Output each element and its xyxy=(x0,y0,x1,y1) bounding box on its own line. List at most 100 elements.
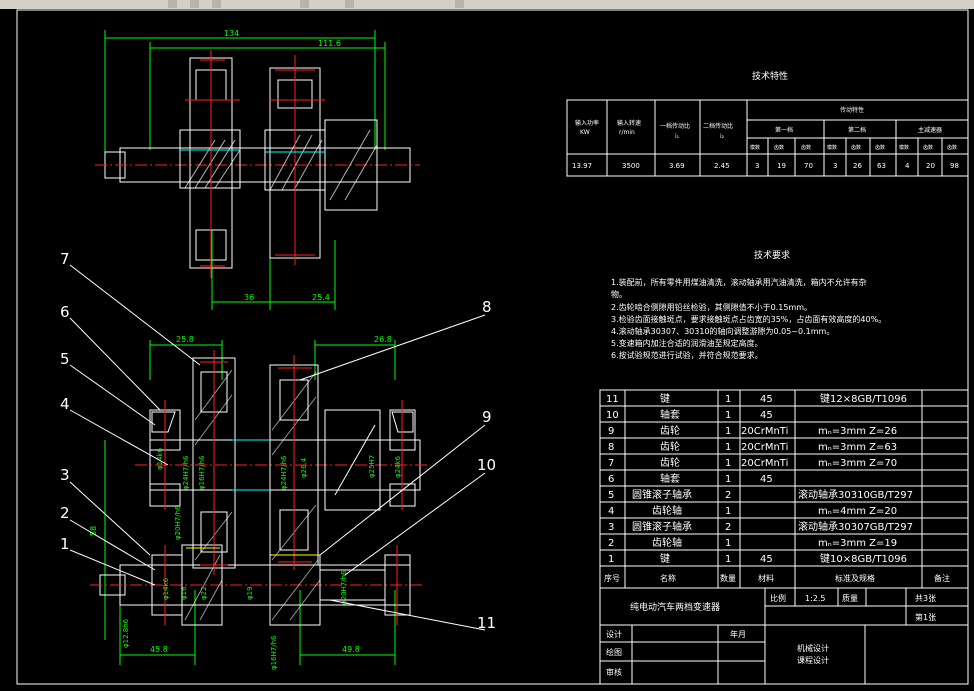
top-assembly-view: 134 111.6 36 25.4 xyxy=(95,29,420,310)
bom-name: 键 xyxy=(660,392,670,405)
sub-z-2b: 齿数 xyxy=(875,144,885,151)
bom-mat: 20CrMnTi xyxy=(741,458,788,469)
table-row: 11 键 1 45 键12×8GB/T1096 xyxy=(606,392,907,405)
table-row: 1 键 1 45 键10×8GB/T1096 xyxy=(608,552,907,565)
label-review: 审核 xyxy=(606,667,622,677)
drawing-canvas[interactable]: 134 111.6 36 25.4 25.8 26.8 58 45.8 49.8… xyxy=(0,9,974,691)
balloon-1: 1 xyxy=(60,535,70,553)
bom-h-mat: 材料 xyxy=(758,573,774,583)
th-gear2: 第二档 xyxy=(848,126,866,134)
bom-no: 10 xyxy=(606,410,619,421)
bom-h-name: 名称 xyxy=(660,573,676,583)
bom-name: 齿轮 xyxy=(660,440,680,453)
balloon-4: 4 xyxy=(60,395,70,413)
tv-ratio2: 2.45 xyxy=(714,162,730,170)
fit-label-13: φ16H7/h6 xyxy=(270,635,278,670)
bom-name: 键 xyxy=(660,552,670,565)
table-row: 8 齿轮 1 20CrMnTi mₙ=3mm Z=63 xyxy=(608,440,897,453)
bottom-assembly-view: 25.8 26.8 58 45.8 49.8 φ24H7/h6 φ16H7/h6… xyxy=(89,335,430,670)
fit-label-3: φ20H7/h6 xyxy=(174,505,182,540)
sheet-number: 第1张 xyxy=(915,612,936,622)
th-gear3: 主减速器 xyxy=(918,126,942,134)
fit-label-5: φ26.4 xyxy=(300,457,308,478)
tv-z1a: 19 xyxy=(777,162,786,170)
sub-z-1: 齿数 xyxy=(774,144,784,151)
toolbar-icon-pan[interactable] xyxy=(345,0,354,8)
fit-label-9: φ12.8h6 xyxy=(122,618,130,648)
tech-char-table: 技术特性 输入功率 KW 输入转速 r/min 一档传动比 i₁ 二档传动比 i… xyxy=(566,70,969,177)
table-row: 10 轴套 1 45 xyxy=(606,408,773,421)
tv-ratio1: 3.69 xyxy=(669,162,685,170)
tv-m2: 3 xyxy=(833,162,837,170)
dim-25-8: 25.8 xyxy=(176,335,194,344)
th-gear1: 第一档 xyxy=(775,126,793,134)
dim-45-8: 45.8 xyxy=(150,645,168,654)
bom-qty: 1 xyxy=(725,394,731,405)
bom-qty: 1 xyxy=(725,506,731,517)
balloon-6: 6 xyxy=(60,303,70,321)
bom-name: 齿轮 xyxy=(660,456,680,469)
balloon-8: 8 xyxy=(482,298,492,316)
dim-49-8: 49.8 xyxy=(342,645,360,654)
bom-no: 9 xyxy=(608,426,614,437)
sub-m-3: 模数 xyxy=(899,144,909,151)
balloon-5: 5 xyxy=(60,350,70,368)
sub-m-1: 模数 xyxy=(750,144,760,151)
bom-name: 轴套 xyxy=(660,472,680,485)
toolbar-icon-properties[interactable] xyxy=(455,0,464,8)
course-line-2: 课程设计 xyxy=(797,655,829,665)
toolbar-icon-print[interactable] xyxy=(212,0,221,8)
sub-z-1b: 齿数 xyxy=(801,144,811,151)
bom-qty: 1 xyxy=(725,426,731,437)
tv-speed: 3500 xyxy=(622,162,640,170)
tech-req-line-6: 5.变速箱内加注合适的润滑油至规定高度。 xyxy=(611,338,763,348)
bom-no: 11 xyxy=(606,394,619,405)
table-row: 5 圆锥滚子轴承 2 滚动轴承30310GB/T297 xyxy=(608,488,913,501)
tech-req-line-1: 1.装配前，所有零件用煤油清洗，滚动轴承用汽油清洗，箱内不允许有杂 xyxy=(611,277,867,287)
bom-mat: 20CrMnTi xyxy=(741,442,788,453)
label-drawing: 绘图 xyxy=(606,647,622,657)
tv-z1b: 70 xyxy=(804,162,813,170)
dim-25-4: 25.4 xyxy=(312,293,330,302)
fit-label-12: φ19 xyxy=(246,586,254,600)
tv-z2b: 63 xyxy=(877,162,886,170)
fit-label-6: φ25H7 xyxy=(368,455,376,478)
dim-36: 36 xyxy=(244,293,254,302)
bom-std: mₙ=4mm Z=20 xyxy=(818,506,897,517)
toolbar-icon-save[interactable] xyxy=(190,0,199,8)
toolbar-icon-zoom[interactable] xyxy=(300,0,309,8)
tv-m3: 4 xyxy=(905,162,910,170)
bom-std: mₙ=3mm Z=19 xyxy=(818,538,897,549)
fit-label-10: φ16 xyxy=(180,586,188,600)
tv-z2a: 26 xyxy=(853,162,862,170)
tech-req-line-7: 6.按试验规范进行试验，并符合规范要求。 xyxy=(611,350,763,360)
table-row: 2 齿轮轴 1 mₙ=3mm Z=19 xyxy=(608,536,897,549)
course-line-1: 机械设计 xyxy=(797,643,829,653)
sub-z-2: 齿数 xyxy=(851,144,861,151)
th-ratio2: 二档传动比 xyxy=(703,122,733,130)
th-ratio2-sym: i₂ xyxy=(720,133,725,140)
th-speed-unit: r/min xyxy=(619,129,635,136)
bom-no: 7 xyxy=(608,458,614,469)
tv-z3b: 98 xyxy=(950,162,959,170)
bom-name: 齿轮轴 xyxy=(652,536,682,549)
bom-qty: 1 xyxy=(725,410,731,421)
th-speed: 输入转速 xyxy=(617,119,641,127)
fit-label-4: φ24H7/h6 xyxy=(280,455,288,490)
bom-std: 滚动轴承30310GB/T297 xyxy=(798,488,913,501)
table-row: 3 圆锥滚子轴承 2 滚动轴承30307GB/T297 xyxy=(608,520,913,533)
tech-req-title: 技术要求 xyxy=(754,249,790,261)
toolbar-icon-open[interactable] xyxy=(168,0,177,8)
bom-mat: 45 xyxy=(760,474,773,485)
th-power-unit: KW xyxy=(580,129,590,136)
th-power: 输入功率 xyxy=(575,119,599,127)
balloon-2: 2 xyxy=(60,504,70,522)
tv-power: 13.97 xyxy=(572,162,592,170)
bom-h-no: 序号 xyxy=(604,573,620,583)
balloon-3: 3 xyxy=(60,466,70,484)
label-design: 设计 xyxy=(606,629,622,639)
bom-no: 4 xyxy=(608,506,614,517)
tech-char-title: 技术特性 xyxy=(752,70,788,82)
sheets-total: 共3张 xyxy=(915,594,936,603)
tech-req-line-3: 2.齿轮啮合侧隙用铅丝检验，其侧隙值不小于0.15mm。 xyxy=(611,302,812,312)
